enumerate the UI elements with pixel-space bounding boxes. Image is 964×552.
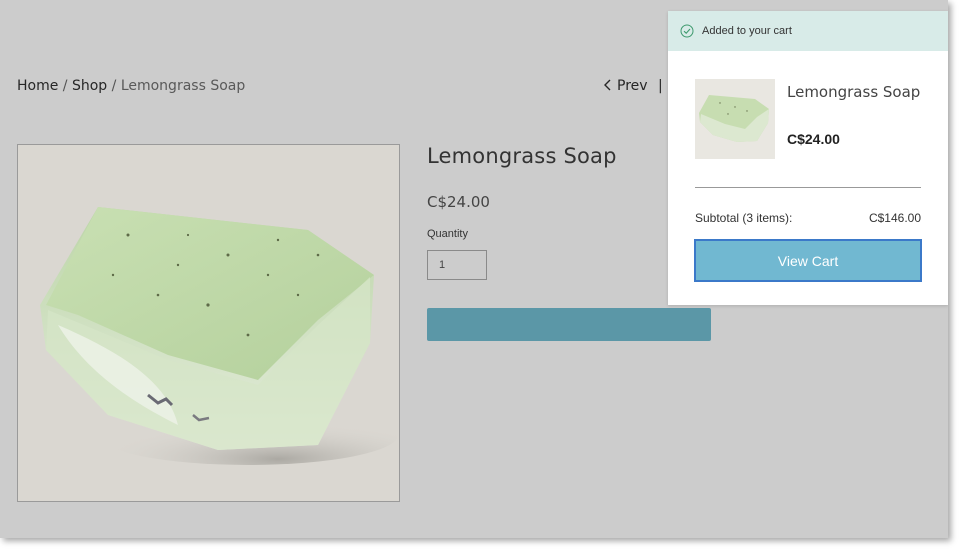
- view-cart-button[interactable]: View Cart: [694, 239, 922, 282]
- breadcrumb-current: Lemongrass Soap: [120, 78, 246, 94]
- soap-bar-image: [18, 145, 399, 501]
- breadcrumb-home-link[interactable]: Home: [17, 78, 58, 94]
- breadcrumb: Home / Shop / Lemongrass Soap: [17, 78, 245, 94]
- subtotal-label: Subtotal (3 items):: [695, 211, 793, 225]
- cart-item-thumbnail[interactable]: [695, 79, 775, 159]
- chevron-left-icon: [604, 79, 611, 91]
- divider: [695, 187, 921, 188]
- subtotal-value: C$146.00: [868, 211, 921, 225]
- prev-link[interactable]: Prev: [603, 78, 652, 94]
- cart-item-name[interactable]: Lemongrass Soap: [787, 81, 927, 104]
- quantity-label: Quantity: [427, 228, 468, 240]
- add-to-cart-button[interactable]: [427, 308, 711, 341]
- check-circle-icon: [680, 24, 694, 38]
- notice-text: Added to your cart: [702, 25, 792, 37]
- breadcrumb-separator: /: [62, 78, 68, 94]
- breadcrumb-shop-link[interactable]: Shop: [72, 78, 107, 94]
- quantity-input[interactable]: [427, 250, 487, 280]
- product-price: C$24.00: [427, 193, 490, 211]
- prev-label: Prev: [617, 78, 648, 94]
- soap-bar-thumbnail-icon: [695, 79, 775, 159]
- product-page: Home / Shop / Lemongrass Soap Prev | N: [0, 0, 948, 538]
- product-title: Lemongrass Soap: [427, 144, 617, 168]
- product-image[interactable]: [17, 144, 400, 502]
- breadcrumb-separator: /: [111, 78, 117, 94]
- cart-item-price: C$24.00: [787, 131, 840, 147]
- added-to-cart-notice: Added to your cart: [668, 11, 948, 51]
- mini-cart-popup: Added to your cart Lemongrass Soap C$24.…: [668, 11, 948, 305]
- nav-divider: |: [658, 78, 663, 94]
